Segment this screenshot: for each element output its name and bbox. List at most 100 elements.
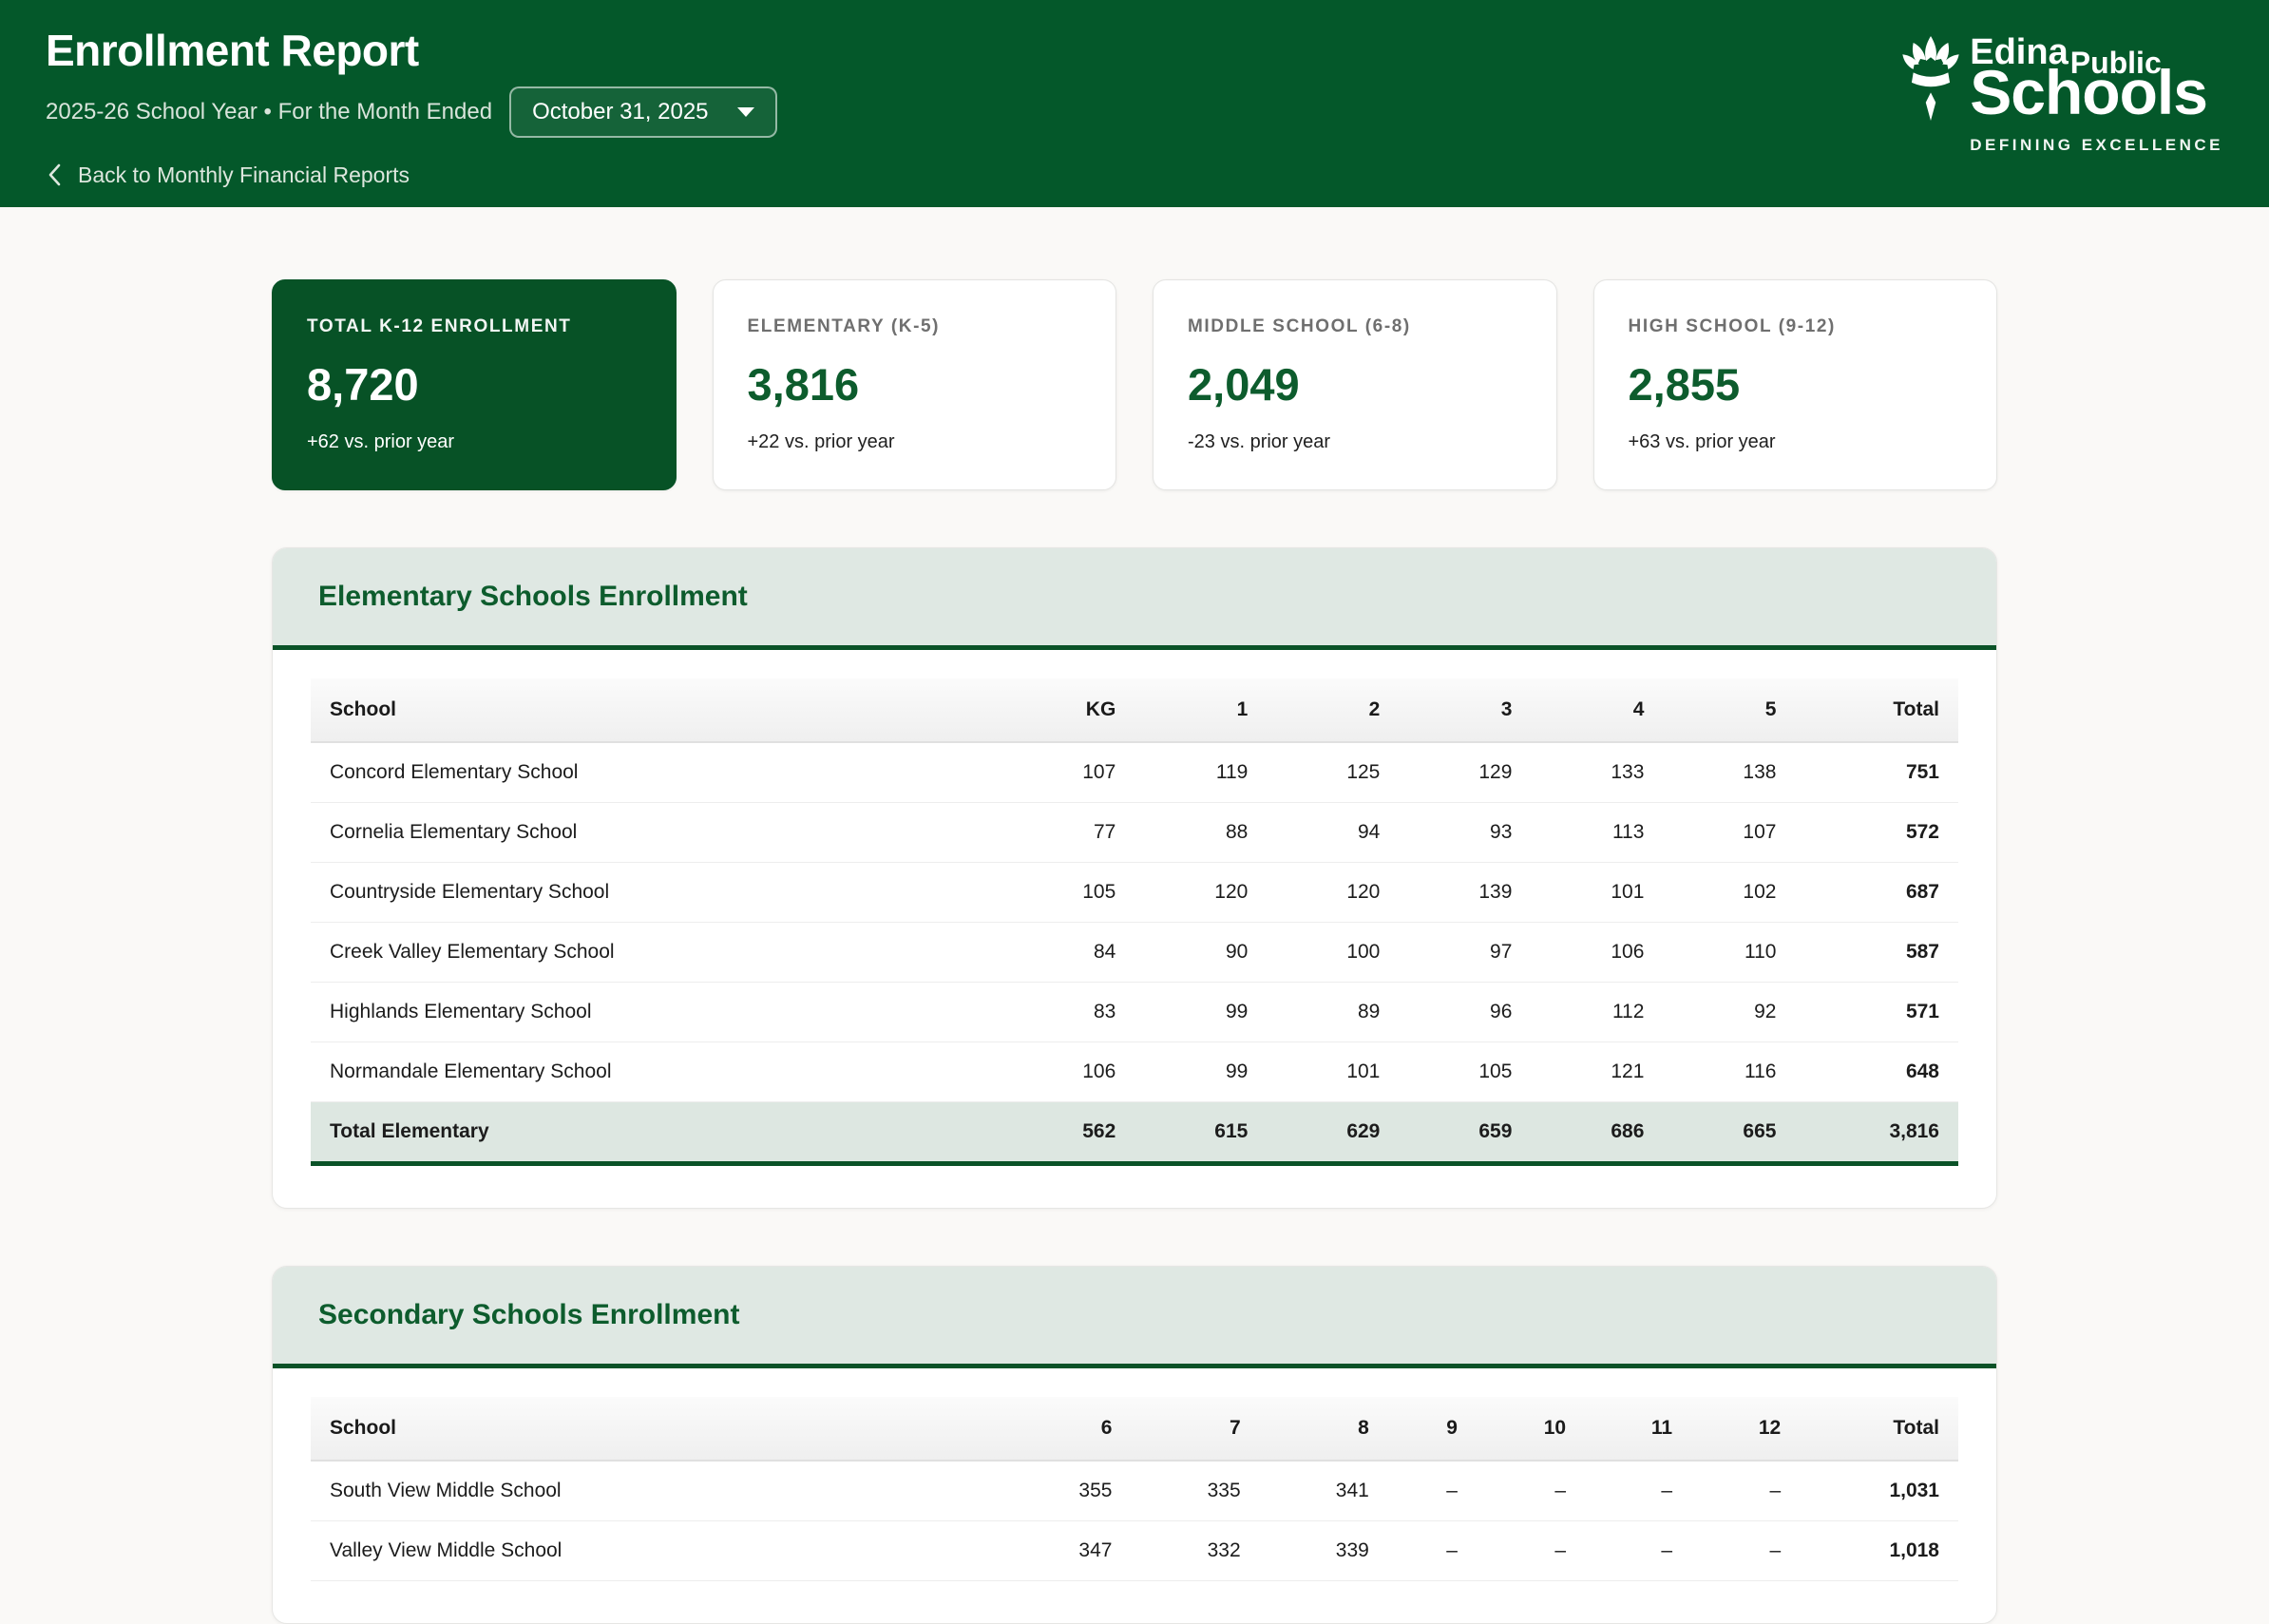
- column-header: 2: [1267, 678, 1400, 743]
- card-delta: +63 vs. prior year: [1628, 431, 1776, 452]
- value-cell: 112: [1531, 982, 1664, 1042]
- value-cell: 659: [1399, 1101, 1532, 1166]
- value-cell: 347: [1002, 1520, 1132, 1581]
- column-header: School: [311, 1397, 1003, 1462]
- month-dropdown-value: October 31, 2025: [532, 98, 709, 124]
- value-cell: 94: [1267, 802, 1400, 863]
- summary-card-total-k12: TOTAL K-12 ENROLLMENT 8,720 +62 vs. prio…: [272, 279, 677, 490]
- table-row: Valley View Middle School 347 332 339– – – –1,…: [311, 1520, 1958, 1581]
- column-header: 4: [1531, 678, 1664, 743]
- value-cell: 101: [1531, 862, 1664, 923]
- table-row: Cornelia Elementary School 77 88 94 93 113 107…: [311, 802, 1958, 863]
- panel-header: Elementary Schools Enrollment: [273, 548, 1996, 650]
- table-head: School KG 1 2 3 4 5 Total: [311, 678, 1958, 743]
- table-row: Concord Elementary School 107 119 125 129 133…: [311, 742, 1958, 803]
- value-cell: 106: [1531, 922, 1664, 983]
- table-row: Highlands Elementary School 83 99 89 96 112 92…: [311, 982, 1958, 1042]
- district-crown-icon: [1902, 36, 1959, 122]
- subtitle-row: 2025-26 School Year • For the Month Ende…: [46, 86, 777, 138]
- header-row: School KG 1 2 3 4 5 Total: [311, 678, 1958, 743]
- logo-tagline: DEFINING EXCELLENCE: [1970, 136, 2223, 154]
- school-name-cell: South View Middle School: [311, 1461, 1003, 1521]
- value-cell: 125: [1267, 742, 1400, 803]
- value-cell: 77: [1002, 802, 1135, 863]
- column-header: 9: [1387, 1397, 1477, 1462]
- panel-body: School KG 1 2 3 4 5 Total Concord Elementary Sc…: [273, 650, 1996, 1208]
- value-cell: 106: [1002, 1041, 1135, 1102]
- report-subtitle: 2025-26 School Year • For the Month Ende…: [46, 98, 493, 124]
- value-cell: 105: [1002, 862, 1135, 923]
- panel-body: School 6 7 8 9 10 11 12 Total South View Middle …: [273, 1368, 1996, 1623]
- elementary-enrollment-panel: Elementary Schools Enrollment School KG 1 2…: [272, 547, 1997, 1209]
- page-title: Enrollment Report: [46, 26, 419, 75]
- value-cell: –: [1585, 1461, 1692, 1521]
- secondary-enrollment-panel: Secondary Schools Enrollment School 6 7 8 9 1…: [272, 1266, 1997, 1624]
- header-row: School 6 7 8 9 10 11 12 Total: [311, 1397, 1958, 1462]
- value-cell: 615: [1134, 1101, 1268, 1166]
- value-cell: 119: [1134, 742, 1268, 803]
- panel-header: Secondary Schools Enrollment: [273, 1267, 1996, 1368]
- value-cell: 562: [1002, 1101, 1135, 1166]
- value-cell: 133: [1531, 742, 1664, 803]
- card-value: 3,816: [747, 359, 860, 410]
- panel-title: Secondary Schools Enrollment: [318, 1299, 740, 1330]
- value-cell: 83: [1002, 982, 1135, 1042]
- value-cell: 88: [1134, 802, 1268, 863]
- value-cell: 571: [1795, 982, 1958, 1042]
- card-delta: +22 vs. prior year: [747, 431, 895, 452]
- table-row: South View Middle School 355 335 341– – – –1,0…: [311, 1461, 1958, 1521]
- value-cell: 84: [1002, 922, 1135, 983]
- school-name-cell: Highlands Elementary School: [311, 982, 1003, 1042]
- column-header: Total: [1800, 1397, 1958, 1462]
- value-cell: 93: [1399, 802, 1532, 863]
- value-cell: 120: [1267, 862, 1400, 923]
- header-left: Enrollment Report 2025-26 School Year • …: [46, 27, 777, 188]
- logo-wordmark: Edina Public Schools DEFINING EXCELLENCE: [1970, 34, 2223, 153]
- card-value: 2,855: [1628, 359, 1741, 410]
- table-head: School 6 7 8 9 10 11 12 Total: [311, 1397, 1958, 1462]
- value-cell: 629: [1267, 1101, 1400, 1166]
- column-header: 3: [1399, 678, 1532, 743]
- panel-title: Elementary Schools Enrollment: [318, 581, 748, 612]
- value-cell: –: [1476, 1520, 1586, 1581]
- value-cell: 90: [1134, 922, 1268, 983]
- school-name-cell: Creek Valley Elementary School: [311, 922, 1003, 983]
- value-cell: 129: [1399, 742, 1532, 803]
- column-header: Total: [1795, 678, 1958, 743]
- page-header: Enrollment Report 2025-26 School Year • …: [0, 0, 2269, 207]
- value-cell: 587: [1795, 922, 1958, 983]
- total-row: Total Elementary 562 615 629 659 686 665 3,816: [311, 1101, 1958, 1166]
- value-cell: –: [1387, 1520, 1477, 1581]
- column-header: 10: [1476, 1397, 1586, 1462]
- card-label: TOTAL K-12 ENROLLMENT: [307, 316, 572, 336]
- column-header: 7: [1131, 1397, 1260, 1462]
- summary-card-high-school: HIGH SCHOOL (9-12) 2,855 +63 vs. prior y…: [1592, 279, 1997, 490]
- value-cell: 335: [1131, 1461, 1260, 1521]
- card-value: 8,720: [307, 359, 419, 410]
- month-dropdown[interactable]: October 31, 2025: [509, 86, 777, 138]
- value-cell: 121: [1531, 1041, 1664, 1102]
- value-cell: 99: [1134, 1041, 1268, 1102]
- value-cell: 572: [1795, 802, 1958, 863]
- school-name-cell: Countryside Elementary School: [311, 862, 1003, 923]
- table-row: Countryside Elementary School 105 120 120 13…: [311, 862, 1958, 923]
- column-header: 11: [1585, 1397, 1692, 1462]
- card-value: 2,049: [1188, 359, 1300, 410]
- school-name-cell: Cornelia Elementary School: [311, 802, 1003, 863]
- column-header: 12: [1691, 1397, 1801, 1462]
- school-name-cell: Total Elementary: [311, 1101, 1003, 1166]
- back-link[interactable]: Back to Monthly Financial Reports: [46, 162, 410, 188]
- column-header: KG: [1002, 678, 1135, 743]
- value-cell: –: [1585, 1520, 1692, 1581]
- edina-logo: Edina Public Schools DEFINING EXCELLENCE: [1901, 34, 2223, 153]
- value-cell: 105: [1399, 1041, 1532, 1102]
- summary-card-elementary: ELEMENTARY (K-5) 3,816 +22 vs. prior yea…: [712, 279, 1116, 490]
- value-cell: 138: [1663, 742, 1796, 803]
- value-cell: –: [1691, 1461, 1801, 1521]
- summary-cards-row: TOTAL K-12 ENROLLMENT 8,720 +62 vs. prio…: [272, 279, 1997, 490]
- value-cell: 341: [1259, 1461, 1388, 1521]
- value-cell: –: [1476, 1461, 1586, 1521]
- column-header: 1: [1134, 678, 1268, 743]
- card-label: HIGH SCHOOL (9-12): [1628, 316, 1836, 336]
- value-cell: 648: [1795, 1041, 1958, 1102]
